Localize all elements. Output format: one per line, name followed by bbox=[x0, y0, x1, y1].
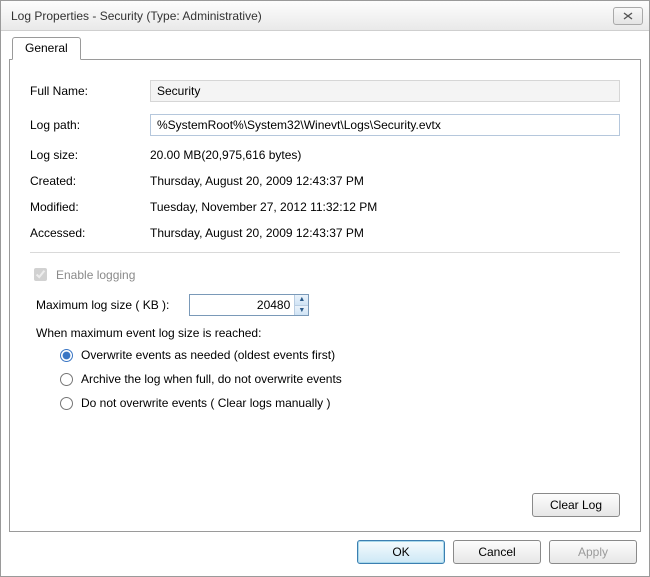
row-log-size: Log size: 20.00 MB(20,975,616 bytes) bbox=[30, 148, 620, 162]
titlebar: Log Properties - Security (Type: Adminis… bbox=[1, 1, 649, 31]
cancel-button[interactable]: Cancel bbox=[453, 540, 541, 564]
radio-overwrite-label: Overwrite events as needed (oldest event… bbox=[81, 348, 335, 362]
tabstrip: General bbox=[9, 37, 641, 59]
spinner-buttons: ▲ ▼ bbox=[294, 295, 308, 315]
max-size-row: Maximum log size ( KB ): ▲ ▼ bbox=[30, 294, 620, 316]
row-created: Created: Thursday, August 20, 2009 12:43… bbox=[30, 174, 620, 188]
radio-row-none[interactable]: Do not overwrite events ( Clear logs man… bbox=[60, 396, 620, 410]
radio-row-overwrite[interactable]: Overwrite events as needed (oldest event… bbox=[60, 348, 620, 362]
row-accessed: Accessed: Thursday, August 20, 2009 12:4… bbox=[30, 226, 620, 240]
ok-button[interactable]: OK bbox=[357, 540, 445, 564]
value-created: Thursday, August 20, 2009 12:43:37 PM bbox=[150, 174, 620, 188]
enable-logging-row: Enable logging bbox=[30, 265, 620, 284]
radio-none[interactable] bbox=[60, 397, 73, 410]
tab-general[interactable]: General bbox=[12, 37, 81, 60]
value-full-name: Security bbox=[150, 80, 620, 102]
when-max-label: When maximum event log size is reached: bbox=[30, 326, 620, 340]
close-icon bbox=[623, 12, 633, 20]
value-accessed: Thursday, August 20, 2009 12:43:37 PM bbox=[150, 226, 620, 240]
enable-logging-checkbox bbox=[34, 268, 47, 281]
radio-row-archive[interactable]: Archive the log when full, do not overwr… bbox=[60, 372, 620, 386]
max-size-input[interactable] bbox=[190, 295, 294, 315]
enable-logging-label: Enable logging bbox=[56, 268, 135, 282]
max-size-spinner[interactable]: ▲ ▼ bbox=[189, 294, 309, 316]
clear-log-row: Clear Log bbox=[532, 493, 620, 517]
label-full-name: Full Name: bbox=[30, 84, 150, 98]
dialog-window: Log Properties - Security (Type: Adminis… bbox=[0, 0, 650, 577]
label-log-size: Log size: bbox=[30, 148, 150, 162]
spinner-down[interactable]: ▼ bbox=[295, 306, 308, 316]
radio-archive-label: Archive the log when full, do not overwr… bbox=[81, 372, 342, 386]
spinner-up[interactable]: ▲ bbox=[295, 295, 308, 306]
label-created: Created: bbox=[30, 174, 150, 188]
label-log-path: Log path: bbox=[30, 118, 150, 132]
close-button[interactable] bbox=[613, 7, 643, 25]
label-modified: Modified: bbox=[30, 200, 150, 214]
label-accessed: Accessed: bbox=[30, 226, 150, 240]
client-area: General Full Name: Security Log path: Lo… bbox=[9, 37, 641, 532]
separator bbox=[30, 252, 620, 253]
value-modified: Tuesday, November 27, 2012 11:32:12 PM bbox=[150, 200, 620, 214]
input-log-path[interactable] bbox=[150, 114, 620, 136]
radio-overwrite[interactable] bbox=[60, 349, 73, 362]
row-log-path: Log path: bbox=[30, 114, 620, 136]
value-log-size: 20.00 MB(20,975,616 bytes) bbox=[150, 148, 620, 162]
row-full-name: Full Name: Security bbox=[30, 80, 620, 102]
dialog-footer: OK Cancel Apply bbox=[357, 540, 637, 564]
radio-group-when-max: Overwrite events as needed (oldest event… bbox=[30, 348, 620, 410]
clear-log-button[interactable]: Clear Log bbox=[532, 493, 620, 517]
radio-none-label: Do not overwrite events ( Clear logs man… bbox=[81, 396, 330, 410]
window-title: Log Properties - Security (Type: Adminis… bbox=[11, 9, 613, 23]
apply-button[interactable]: Apply bbox=[549, 540, 637, 564]
row-modified: Modified: Tuesday, November 27, 2012 11:… bbox=[30, 200, 620, 214]
radio-archive[interactable] bbox=[60, 373, 73, 386]
tabpanel-general: Full Name: Security Log path: Log size: … bbox=[9, 59, 641, 532]
max-size-label: Maximum log size ( KB ): bbox=[36, 298, 169, 312]
